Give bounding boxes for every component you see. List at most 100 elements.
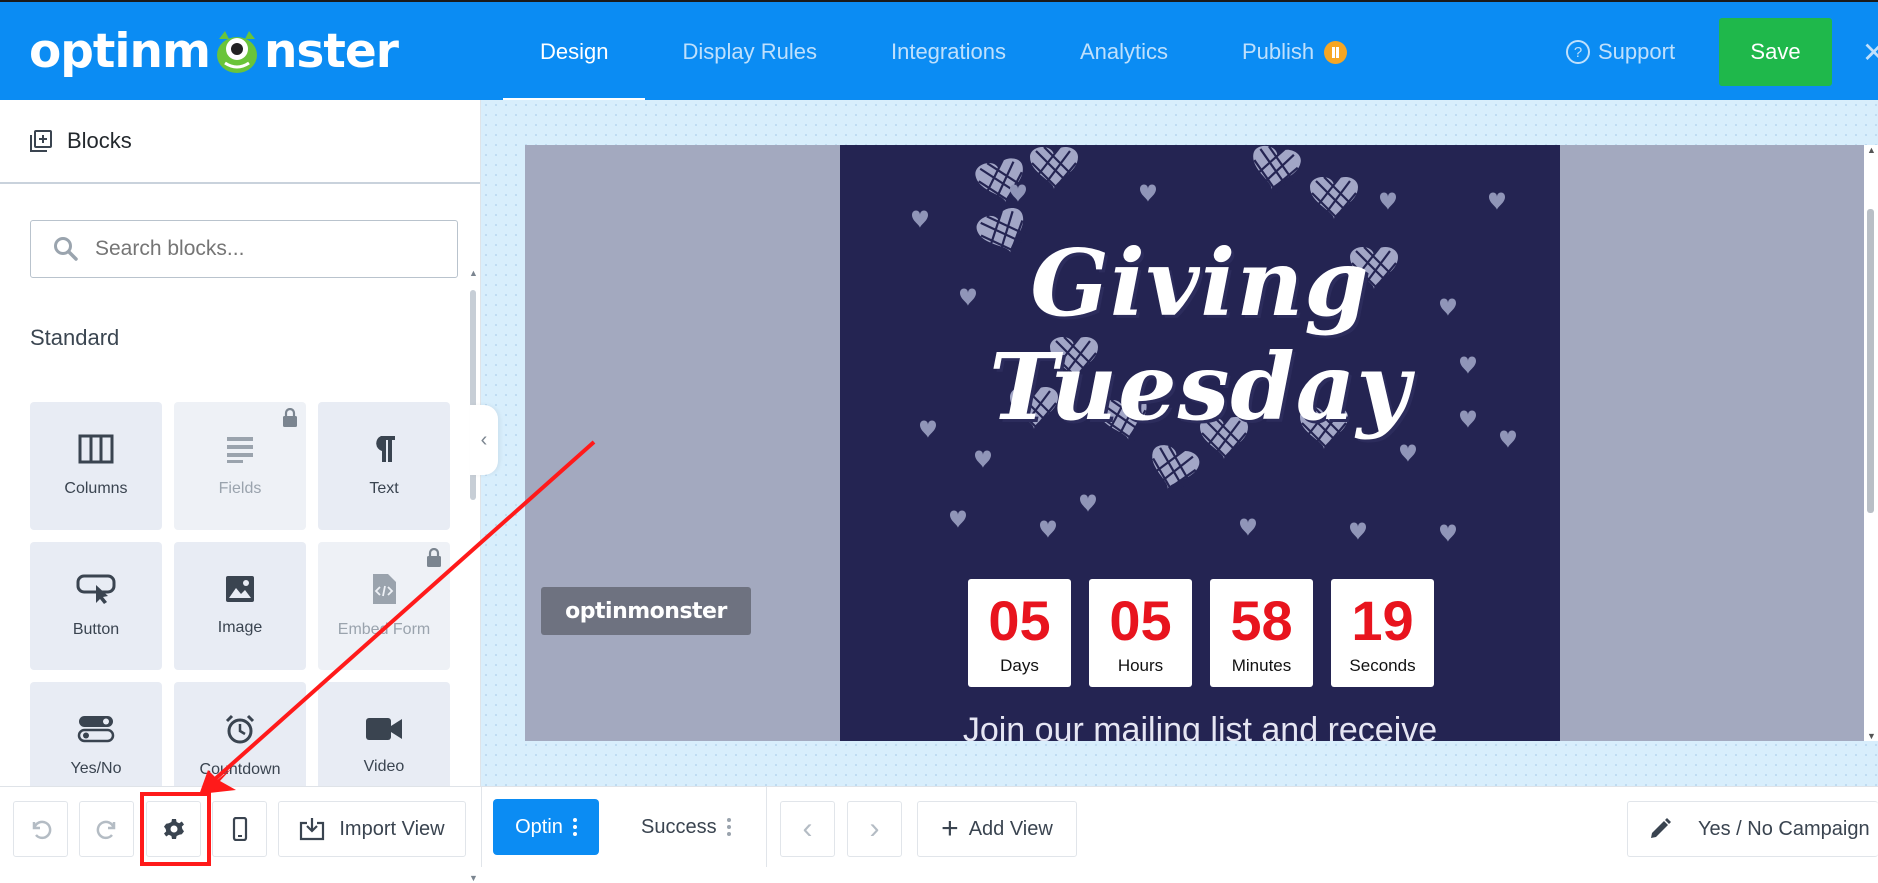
block-label: Yes/No [70, 760, 122, 777]
toolbar-divider [766, 787, 767, 867]
next-view-button[interactable]: › [847, 801, 902, 857]
tab-display-rules-label: Display Rules [682, 39, 817, 64]
save-button[interactable]: Save [1719, 18, 1832, 86]
prev-view-button[interactable]: ‹ [780, 801, 835, 857]
plus-icon: + [941, 812, 959, 845]
countdown-seconds: 19 Seconds [1331, 579, 1434, 687]
block-label: Text [369, 480, 399, 497]
tab-analytics[interactable]: Analytics [1043, 2, 1205, 102]
tab-integrations[interactable]: Integrations [854, 2, 1043, 102]
tab-publish[interactable]: Publish [1205, 2, 1384, 102]
countdown-value: 05 [1109, 589, 1172, 652]
add-block-icon [30, 130, 52, 152]
collapse-sidebar-button[interactable]: ‹ [470, 405, 498, 475]
block-label: Embed Form [337, 621, 431, 638]
import-view-button[interactable]: Import View [278, 801, 466, 857]
countdown-value: 58 [1230, 589, 1293, 652]
lock-icon [283, 408, 297, 427]
chevron-left-icon: ‹ [480, 428, 488, 451]
undo-button[interactable] [13, 801, 68, 857]
block-embed-form[interactable]: Embed Form [318, 542, 450, 670]
countdown-timer: 05 Days 05 Hours 58 Minutes 19 Seconds [968, 579, 1434, 687]
image-icon [226, 576, 254, 602]
block-label: Fields [218, 480, 262, 497]
tab-design-label: Design [540, 39, 609, 64]
pencil-icon [1651, 818, 1671, 838]
success-label: Success [641, 815, 717, 838]
sidebar-scroll-up-icon[interactable]: ▲ [469, 268, 478, 278]
section-title-standard: Standard [30, 325, 120, 350]
support-link[interactable]: ? Support [1566, 2, 1675, 102]
campaign-name-button[interactable]: Yes / No Campaign [1627, 801, 1878, 857]
countdown-days: 05 Days [968, 579, 1071, 687]
more-options-icon[interactable] [572, 818, 577, 836]
logo-text-right: nster [263, 23, 399, 79]
campaign-name: Yes / No Campaign [1698, 817, 1870, 840]
add-view-button[interactable]: + Add View [917, 801, 1077, 857]
import-icon [300, 818, 325, 841]
pause-icon [1324, 40, 1348, 64]
countdown-hours: 05 Hours [1089, 579, 1192, 687]
blocks-header: Blocks [0, 100, 480, 184]
undo-icon [32, 820, 51, 840]
view-tab-optin[interactable]: Optin [493, 799, 599, 855]
block-fields[interactable]: Fields [174, 402, 306, 530]
block-grid: Columns Fields Text Button Image Embed F… [30, 402, 450, 810]
fields-icon [227, 437, 253, 463]
lock-icon [427, 548, 441, 567]
countdown-value: 19 [1351, 589, 1414, 652]
block-columns[interactable]: Columns [30, 402, 162, 530]
badge-text: optinmonster [565, 598, 727, 624]
redo-button[interactable] [79, 801, 134, 857]
optin-label: Optin [515, 815, 563, 838]
body-text: Join our mailing list and receive [962, 711, 1438, 741]
redo-icon [96, 820, 115, 840]
block-search[interactable] [30, 220, 458, 278]
toolbar-divider [481, 787, 482, 867]
support-label: Support [1598, 39, 1676, 64]
more-options-icon[interactable] [726, 818, 731, 836]
optinmonster-logo[interactable]: optinm nster [29, 20, 399, 82]
close-icon[interactable]: ✕ [1862, 36, 1878, 69]
preview-scrollbar[interactable]: ▲ ▼ [1864, 145, 1878, 741]
block-label: Button [72, 621, 120, 638]
headline: Giving Tuesday [840, 231, 1560, 439]
search-icon [54, 237, 78, 261]
annotation-highlight-box [140, 792, 211, 866]
bottom-toolbar: Import View Optin Success ‹ › + Add View… [0, 786, 1878, 867]
block-text[interactable]: Text [318, 402, 450, 530]
help-circle-icon: ? [1566, 40, 1590, 64]
import-view-label: Import View [339, 817, 445, 840]
add-view-label: Add View [968, 817, 1053, 840]
block-label: Countdown [199, 761, 281, 778]
sidebar-scroll-down-icon[interactable]: ▼ [469, 873, 478, 883]
block-label: Columns [64, 480, 128, 497]
countdown-label: Minutes [1231, 656, 1292, 675]
countdown-label: Days [1000, 656, 1039, 675]
scroll-up-icon[interactable]: ▲ [1867, 145, 1876, 155]
mobile-phone-icon [232, 817, 247, 841]
block-image[interactable]: Image [174, 542, 306, 670]
tab-display-rules[interactable]: Display Rules [645, 2, 854, 102]
columns-icon [78, 434, 114, 464]
countdown-label: Hours [1117, 656, 1164, 675]
view-tab-success[interactable]: Success [641, 799, 731, 855]
yes-no-icon [77, 716, 115, 743]
optinmonster-badge[interactable]: optinmonster [541, 587, 751, 635]
headline-line-1: Giving [1030, 229, 1370, 337]
tab-publish-label: Publish [1242, 39, 1315, 64]
block-button[interactable]: Button [30, 542, 162, 670]
chevron-right-icon: › [869, 812, 880, 845]
logo-text-left: optinm [29, 23, 211, 79]
block-label: Video [363, 758, 405, 775]
tab-design[interactable]: Design [503, 2, 646, 102]
scroll-thumb[interactable] [1867, 209, 1874, 513]
mobile-preview-button[interactable] [212, 801, 267, 857]
countdown-value: 05 [988, 589, 1051, 652]
scroll-down-icon[interactable]: ▼ [1867, 731, 1876, 741]
chevron-left-icon: ‹ [802, 812, 813, 845]
button-cursor-icon [76, 574, 116, 604]
popup-card[interactable]: Giving Tuesday 05 Days 05 Hours 58 Minut… [840, 145, 1560, 741]
search-input[interactable] [95, 237, 435, 261]
blocks-sidebar: Blocks Standard Columns [0, 100, 481, 883]
